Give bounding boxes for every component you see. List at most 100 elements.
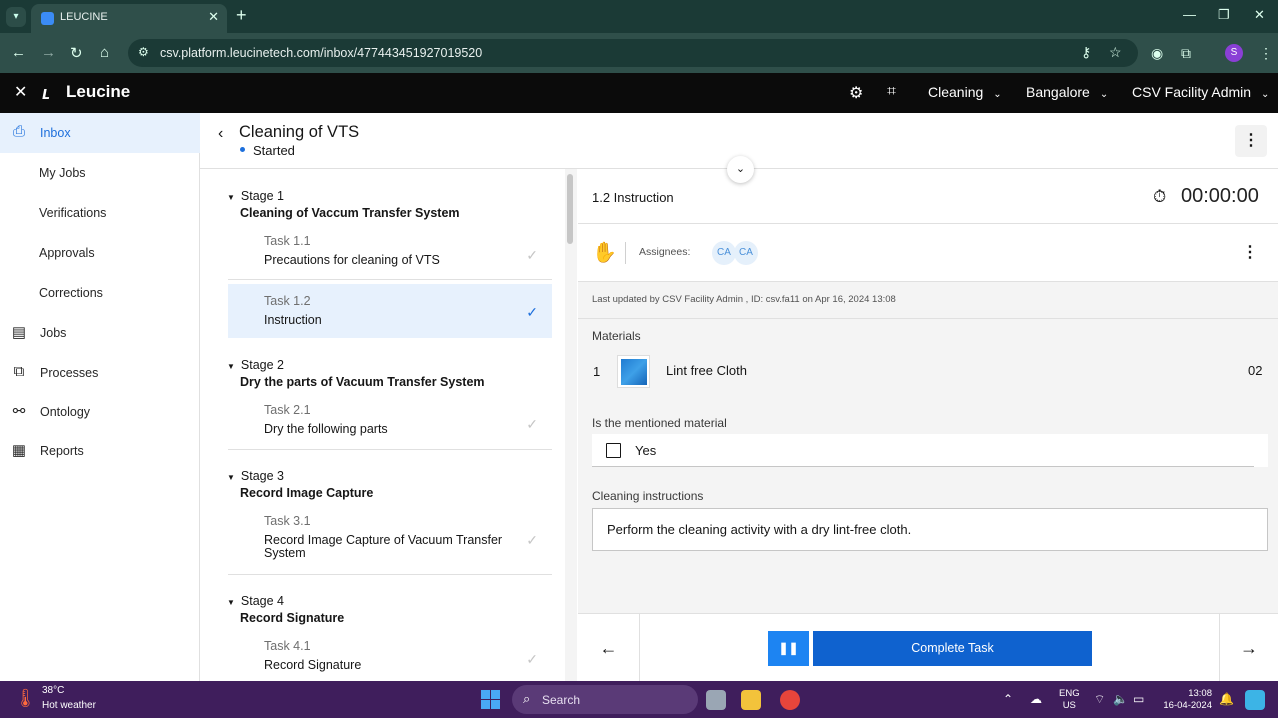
- windows-start-icon[interactable]: [481, 690, 500, 709]
- profile-avatar[interactable]: S: [1225, 44, 1243, 62]
- sidebar-item-ontology[interactable]: ⚯ Ontology: [0, 392, 200, 432]
- stage-header[interactable]: ▼ Stage 4: [227, 594, 284, 608]
- extensions-icon[interactable]: ⧉: [1181, 45, 1191, 62]
- assignee-avatar[interactable]: CA: [734, 241, 758, 265]
- status-dot: [240, 147, 245, 152]
- task-name: Precautions for cleaning of VTS: [264, 253, 440, 267]
- password-key-icon[interactable]: ⚷: [1081, 44, 1091, 61]
- copilot-icon[interactable]: [1245, 690, 1265, 710]
- stage-header[interactable]: ▼ Stage 1: [227, 189, 284, 203]
- browser-back-icon[interactable]: ←: [11, 44, 26, 61]
- restore-icon[interactable]: ❐: [1218, 7, 1230, 23]
- report-icon: ▦: [11, 442, 27, 459]
- task-item[interactable]: Task 1.1 Precautions for cleaning of VTS…: [228, 224, 552, 280]
- site-info-icon[interactable]: ⚙: [138, 45, 149, 59]
- scan-qr-icon[interactable]: ⌗: [887, 83, 896, 101]
- facility-label: Bangalore: [1026, 84, 1090, 100]
- task-name: Record Image Capture of Vacuum Transfer …: [264, 533, 503, 560]
- minimize-icon[interactable]: —: [1183, 7, 1196, 22]
- volume-icon[interactable]: 🔈: [1113, 692, 1128, 706]
- next-task-arrow-icon[interactable]: →: [1219, 614, 1278, 682]
- tab-close-icon[interactable]: ✕: [208, 9, 219, 25]
- notification-bell-icon[interactable]: 🔔: [1219, 692, 1234, 706]
- job-more-menu-icon[interactable]: ⋮: [1235, 125, 1267, 157]
- thermometer-icon[interactable]: 🌡: [14, 688, 37, 709]
- previous-task-arrow-icon[interactable]: ←: [578, 614, 640, 682]
- stage-label: Stage 3: [240, 469, 285, 483]
- sidebar-item-verifications[interactable]: Verifications: [0, 193, 200, 233]
- material-thumbnail[interactable]: [617, 355, 650, 388]
- sidebar-item-jobs[interactable]: ▤ Jobs: [0, 313, 200, 353]
- weather-temp[interactable]: 38°C: [42, 685, 64, 696]
- use-case-dropdown[interactable]: Cleaning ⌄: [928, 84, 1002, 100]
- tab-title: LEUCINE: [60, 11, 108, 23]
- language-indicator[interactable]: ENG US: [1059, 688, 1080, 712]
- instructions-text: Perform the cleaning activity with a dry…: [607, 522, 912, 537]
- back-arrow-icon[interactable]: ‹: [218, 125, 223, 143]
- tab-search-dropdown-icon[interactable]: ▾: [6, 7, 26, 27]
- sidebar-item-label: Reports: [40, 444, 84, 458]
- user-dropdown[interactable]: CSV Facility Admin ⌄: [1132, 84, 1269, 100]
- clock-time: 13:08: [1188, 688, 1212, 699]
- file-explorer-icon[interactable]: [741, 690, 761, 710]
- task-item-active[interactable]: Task 1.2 Instruction ✓: [228, 284, 552, 338]
- settings-gear-icon[interactable]: ⚙: [849, 83, 863, 103]
- task-number: Task 2.1: [264, 403, 311, 417]
- home-icon[interactable]: ⌂: [100, 44, 109, 61]
- sidebar-item-approvals[interactable]: Approvals: [0, 233, 200, 273]
- sidebar-item-label: Verifications: [39, 206, 107, 220]
- sidebar-item-my-jobs[interactable]: My Jobs: [0, 153, 200, 193]
- facility-dropdown[interactable]: Bangalore ⌄: [1026, 84, 1108, 100]
- tray-overflow-icon[interactable]: ⌃: [1003, 692, 1013, 706]
- browser-forward-icon[interactable]: →: [41, 44, 56, 61]
- clock[interactable]: 13:08 16-04-2024: [1160, 688, 1212, 712]
- task-view-icon[interactable]: [706, 690, 726, 710]
- yes-checkbox[interactable]: [606, 443, 621, 458]
- sidebar-item-processes[interactable]: ⧉ Processes: [0, 353, 200, 393]
- stage-header[interactable]: ▼ Stage 3: [227, 469, 284, 483]
- task-item[interactable]: Task 2.1 Dry the following parts ✓: [228, 393, 552, 450]
- sidebar-item-corrections[interactable]: Corrections: [0, 273, 200, 313]
- search-label: Search: [542, 693, 581, 707]
- sidebar-item-reports[interactable]: ▦ Reports: [0, 431, 200, 471]
- browser-tab[interactable]: LEUCINE ✕: [31, 4, 227, 33]
- task-list-scrollbar[interactable]: [565, 169, 577, 681]
- sidebar-item-label: Corrections: [39, 286, 103, 300]
- new-tab-icon[interactable]: +: [236, 5, 247, 26]
- taskbar-search[interactable]: ⌕ Search: [512, 685, 698, 714]
- url-text[interactable]: csv.platform.leucinetech.com/inbox/47744…: [160, 46, 482, 60]
- stage-header[interactable]: ▼ Stage 2: [227, 358, 284, 372]
- bookmark-star-icon[interactable]: ☆: [1109, 44, 1122, 61]
- caret-down-icon: ▼: [227, 473, 235, 482]
- user-label: CSV Facility Admin: [1132, 84, 1252, 100]
- window-close-icon[interactable]: ✕: [1254, 7, 1265, 23]
- close-icon[interactable]: ✕: [14, 82, 27, 102]
- collapse-header-button[interactable]: ⌄: [727, 156, 754, 183]
- yes-option-row[interactable]: Yes: [592, 434, 1268, 467]
- onedrive-icon[interactable]: ☁: [1030, 692, 1042, 706]
- task-list-scroll-thumb[interactable]: [567, 174, 573, 244]
- wifi-icon[interactable]: ⌔: [1094, 692, 1105, 707]
- sidebar-item-inbox[interactable]: ⎙ Inbox: [0, 113, 200, 153]
- browser-menu-icon[interactable]: ⋮: [1259, 45, 1273, 62]
- address-bar[interactable]: ⚙ csv.platform.leucinetech.com/inbox/477…: [128, 39, 1138, 67]
- pause-button[interactable]: ❚❚: [768, 631, 809, 666]
- chrome-icon[interactable]: [780, 690, 800, 710]
- reload-icon[interactable]: ↻: [70, 44, 83, 62]
- stage-name: Record Image Capture: [240, 486, 374, 500]
- hand-raise-icon[interactable]: ✋: [592, 240, 617, 265]
- checklist-question: Is the mentioned material: [592, 416, 727, 430]
- cloth-image: [621, 359, 647, 385]
- task-item[interactable]: Task 4.1 Record Signature ✓: [228, 629, 552, 681]
- task-name: Record Signature: [264, 658, 362, 672]
- weather-desc[interactable]: Hot weather: [42, 700, 96, 711]
- assignee-avatar[interactable]: CA: [712, 241, 736, 265]
- task-item[interactable]: Task 3.1 Record Image Capture of Vacuum …: [228, 504, 552, 575]
- battery-icon[interactable]: ▭: [1133, 692, 1144, 706]
- task-number: Task 1.2: [264, 294, 311, 308]
- divider: [578, 318, 1278, 319]
- complete-task-button[interactable]: Complete Task: [813, 631, 1092, 666]
- screenshot-icon[interactable]: ◉: [1151, 45, 1163, 62]
- task-more-menu-icon[interactable]: ⋮: [1242, 242, 1258, 262]
- clipboard-icon: ▤: [11, 324, 27, 341]
